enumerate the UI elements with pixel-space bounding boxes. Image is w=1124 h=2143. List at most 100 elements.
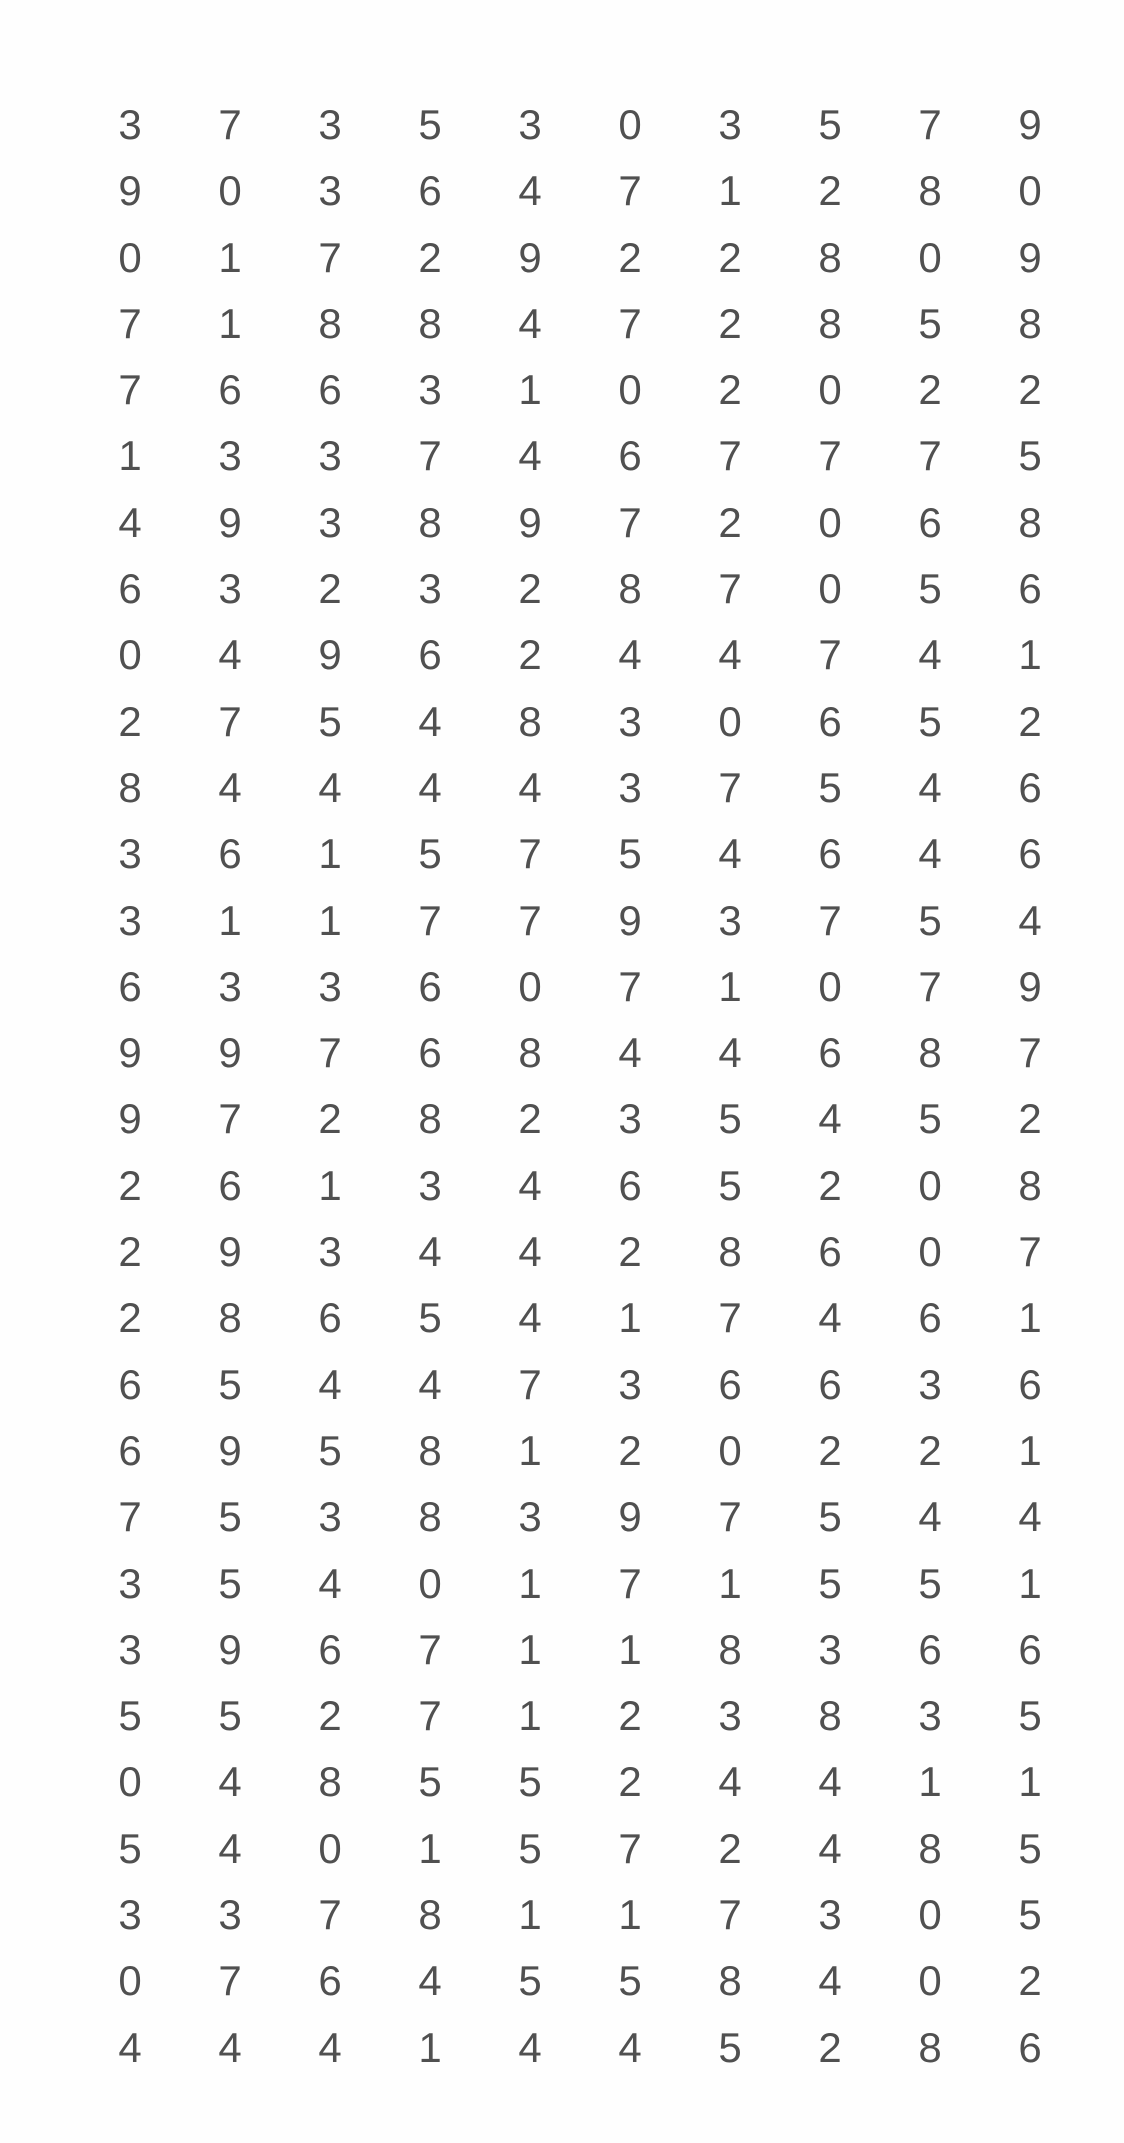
digit-cell: 4 [518,432,542,480]
digit-cell: 6 [918,1294,942,1342]
digit-cell: 6 [818,1029,842,1077]
digit-cell: 9 [218,498,242,546]
digit-cell: 3 [818,1625,842,1673]
digit-cell: 8 [918,2023,942,2071]
digit-cell: 1 [318,1161,342,1209]
digit-cell: 5 [218,1360,242,1408]
digit-cell: 6 [218,366,242,414]
digit-cell: 6 [1018,565,1042,613]
digit-cell: 3 [118,1625,142,1673]
digit-cell: 6 [618,1161,642,1209]
digit-cell: 5 [1018,1891,1042,1939]
digit-cell: 0 [918,1957,942,2005]
digit-cell: 6 [418,1029,442,1077]
digit-cell: 6 [118,565,142,613]
digit-cell: 8 [718,1228,742,1276]
digit-cell: 2 [718,233,742,281]
digit-cell: 4 [1018,896,1042,944]
digit-cell: 6 [1018,2023,1042,2071]
digit-cell: 6 [918,498,942,546]
digit-cell: 1 [518,1891,542,1939]
digit-cell: 5 [818,101,842,148]
digit-cell: 8 [518,1029,542,1077]
digit-cell: 8 [918,1824,942,1872]
digit-cell: 3 [318,498,342,546]
digit-cell: 4 [318,763,342,811]
digit-cell: 0 [418,1559,442,1607]
digit-cell: 2 [618,1228,642,1276]
digit-cell: 0 [918,1891,942,1939]
digit-cell: 7 [918,432,942,480]
digit-cell: 0 [1018,167,1042,215]
digit-cell: 5 [918,896,942,944]
digit-cell: 1 [418,2023,442,2071]
digit-cell: 3 [418,366,442,414]
digit-cell: 5 [418,101,442,148]
digit-cell: 9 [218,1625,242,1673]
digit-cell: 7 [1018,1029,1042,1077]
digit-cell: 3 [718,101,742,148]
digit-cell: 0 [118,233,142,281]
digit-cell: 1 [218,233,242,281]
digit-cell: 0 [918,1161,942,1209]
digit-cell: 4 [618,631,642,679]
digit-cell: 6 [818,830,842,878]
digit-cell: 5 [418,1758,442,1806]
digit-cell: 1 [118,432,142,480]
digit-cell: 0 [718,697,742,745]
digit-cell: 3 [118,1891,142,1939]
digit-cell: 4 [518,167,542,215]
digit-cell: 2 [518,631,542,679]
digit-cell: 7 [318,233,342,281]
digit-cell: 1 [218,896,242,944]
digit-cell: 2 [718,1824,742,1872]
digit-cell: 2 [818,1426,842,1474]
digit-cell: 3 [518,1493,542,1541]
digit-cell: 4 [918,830,942,878]
digit-cell: 5 [118,1824,142,1872]
digit-cell: 3 [318,1228,342,1276]
digit-cell: 5 [318,1426,342,1474]
digit-cell: 5 [718,2023,742,2071]
digit-cell: 1 [518,1426,542,1474]
digit-cell: 7 [218,1957,242,2005]
digit-cell: 1 [518,1692,542,1740]
digit-cell: 2 [1018,1095,1042,1143]
digit-cell: 4 [418,697,442,745]
digit-cell: 7 [218,101,242,148]
digit-cell: 6 [318,1294,342,1342]
digit-cell: 4 [518,299,542,347]
digit-cell: 3 [918,1360,942,1408]
digit-cell: 5 [918,299,942,347]
digit-cell: 2 [918,366,942,414]
digit-cell: 7 [718,1493,742,1541]
digit-cell: 2 [318,1692,342,1740]
digit-cell: 1 [618,1294,642,1342]
digit-cell: 9 [218,1029,242,1077]
digit-cell: 5 [518,1758,542,1806]
digit-cell: 4 [418,1228,442,1276]
digit-cell: 2 [618,1692,642,1740]
digit-cell: 2 [818,167,842,215]
digit-cell: 3 [318,432,342,480]
digit-cell: 8 [618,565,642,613]
scanned-page: 3 7 3 5 3 0 3 5 7 9 9 0 3 6 4 7 1 2 8 0 0 1 7 2 9 2 2 8 0 9 7 1 8 8 4 7 2 8 5 8… [0,0,1124,2143]
digit-cell: 3 [318,101,342,148]
digit-cell: 3 [618,697,642,745]
digit-cell: 4 [618,2023,642,2071]
digit-cell: 5 [918,697,942,745]
digit-cell: 8 [418,498,442,546]
digit-cell: 3 [118,101,142,148]
digit-cell: 5 [118,1692,142,1740]
digit-cell: 5 [718,1161,742,1209]
digit-cell: 9 [218,1228,242,1276]
digit-cell: 5 [918,1559,942,1607]
digit-cell: 7 [618,498,642,546]
digit-cell: 9 [1018,962,1042,1010]
digit-cell: 5 [318,697,342,745]
digit-cell: 0 [718,1426,742,1474]
digit-cell: 1 [718,1559,742,1607]
digit-cell: 3 [318,1493,342,1541]
digit-cell: 1 [1018,1294,1042,1342]
digit-cell: 0 [918,233,942,281]
